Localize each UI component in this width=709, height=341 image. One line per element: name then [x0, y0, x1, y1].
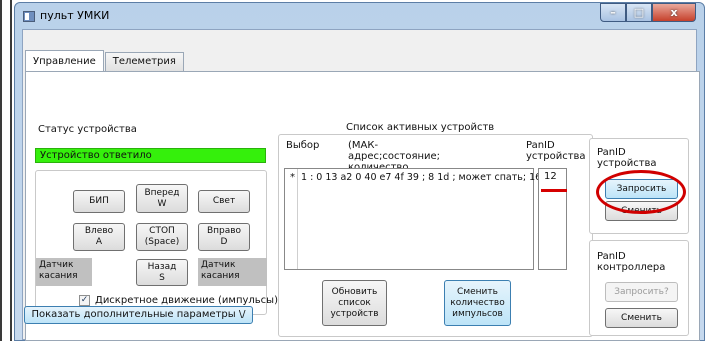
- forward-button[interactable]: Вперед W: [136, 184, 188, 213]
- discrete-movement-checkbox[interactable]: ✓: [79, 295, 90, 306]
- annotation-underline: [541, 189, 567, 192]
- refresh-devices-button[interactable]: Обновить список устройств: [322, 280, 387, 326]
- caption-buttons: – □ x: [600, 3, 696, 23]
- device-list[interactable]: * 1 : 0 13 a2 0 40 e7 4f 39 ; 8 1d ; мож…: [284, 168, 559, 270]
- select-column-header: Выбор: [286, 140, 320, 151]
- touch-sensor-right-label: Датчик: [201, 260, 236, 270]
- device-status-label: Статус устройства: [38, 124, 137, 135]
- list-item[interactable]: * 1 : 0 13 a2 0 40 e7 4f 39 ; 8 1d ; мож…: [285, 171, 559, 185]
- panid-list[interactable]: 12: [538, 168, 567, 270]
- left-button-label: Влево: [84, 226, 114, 236]
- right-button-key: D: [220, 237, 228, 247]
- beep-button[interactable]: БИП: [73, 190, 125, 213]
- panid-column-header: PanID устройства: [526, 140, 586, 162]
- app-window-icon: [23, 11, 35, 22]
- forward-button-key: W: [157, 198, 167, 209]
- device-row-marker: *: [290, 172, 295, 183]
- panid-controller-label: PanID контроллера: [597, 251, 665, 273]
- movement-group: БИП Вперед W Свет Влево A СТОП (Space) В…: [35, 170, 278, 315]
- devices-list-title: Список активных устройств: [346, 122, 495, 133]
- right-button[interactable]: Вправо D: [198, 223, 250, 251]
- device-row-value: 1 : 0 13 a2 0 40 e7 4f 39 ; 8 1d ; может…: [301, 172, 560, 183]
- app-window: пульт УМКИ – □ x Управление Телеметрия С…: [14, 2, 705, 341]
- back-button-key: S: [159, 272, 165, 283]
- request-panid-controller-button[interactable]: Запросить?: [605, 282, 678, 302]
- touch-sensor-right: Датчик касания: [198, 258, 267, 286]
- back-button[interactable]: Назад S: [136, 259, 188, 286]
- checkmark-icon: ✓: [80, 295, 89, 305]
- change-panid-controller-button[interactable]: Сменить: [605, 308, 678, 328]
- forward-button-label: Вперед: [144, 187, 180, 198]
- left-button[interactable]: Влево A: [73, 223, 125, 251]
- light-button[interactable]: Свет: [198, 190, 250, 213]
- touch-sensor-left: Датчик касания: [36, 258, 92, 286]
- touch-sensor-right-label2: касания: [201, 271, 240, 281]
- close-button[interactable]: x: [652, 3, 696, 22]
- right-button-label: Вправо: [206, 226, 242, 236]
- annotation-circle: [596, 170, 686, 214]
- stop-button[interactable]: СТОП (Space): [136, 223, 188, 251]
- maximize-button[interactable]: □: [626, 3, 652, 22]
- panid-device-label-line1: PanID: [597, 147, 626, 158]
- window-title: пульт УМКИ: [40, 9, 110, 22]
- tab-strip: Управление Телеметрия: [25, 50, 185, 72]
- control-tab-panel: Статус устройства Устройство ответило БИ…: [25, 71, 700, 341]
- screen-border-line: [10, 0, 12, 341]
- refresh-devices-label1: Обновить: [331, 286, 378, 297]
- panid-column-header-line1: PanID: [526, 140, 555, 151]
- touch-sensor-left-label: Датчик: [39, 260, 74, 270]
- change-impulses-label1: Сменить: [457, 286, 498, 297]
- back-button-label: Назад: [147, 261, 177, 272]
- minimize-button[interactable]: –: [600, 3, 626, 22]
- change-impulses-button[interactable]: Сменить количество импульсов: [444, 280, 511, 326]
- refresh-devices-label2: список: [338, 297, 371, 308]
- left-button-key: A: [95, 237, 103, 247]
- panid-device-label: PanID устройства: [597, 147, 657, 169]
- client-area: Управление Телеметрия Статус устройства …: [22, 29, 700, 341]
- device-status-indicator: Устройство ответило: [35, 148, 266, 163]
- device-description-header-line1: (МАК-адрес;состояние;: [348, 140, 441, 162]
- panid-controller-label-line2: контроллера: [597, 262, 666, 273]
- change-impulses-label2: количество: [450, 297, 505, 308]
- tab-control[interactable]: Управление: [25, 50, 104, 71]
- panid-device-label-line2: устройства: [597, 158, 657, 169]
- panid-controller-label-line1: PanID: [597, 251, 626, 262]
- panid-column-header-line2: устройства: [526, 151, 586, 162]
- panid-controller-group: PanID контроллера Запросить? Сменить: [589, 240, 689, 336]
- discrete-movement-label: Дискретное движение (импульсы): [95, 295, 278, 306]
- change-impulses-label3: импульсов: [452, 308, 503, 319]
- show-more-parameters-button[interactable]: Показать дополнительные параметры \/: [24, 306, 253, 324]
- tab-telemetry[interactable]: Телеметрия: [104, 52, 184, 71]
- column-divider: [297, 169, 298, 269]
- title-bar[interactable]: пульт УМКИ – □ x: [15, 3, 704, 29]
- screen-border-line: [0, 0, 2, 341]
- touch-sensor-left-label2: касания: [39, 271, 78, 281]
- stop-button-label: СТОП: [149, 226, 175, 236]
- panid-value: 12: [544, 171, 557, 182]
- refresh-devices-label3: устройств: [330, 308, 379, 319]
- stop-button-key: (Space): [144, 237, 180, 247]
